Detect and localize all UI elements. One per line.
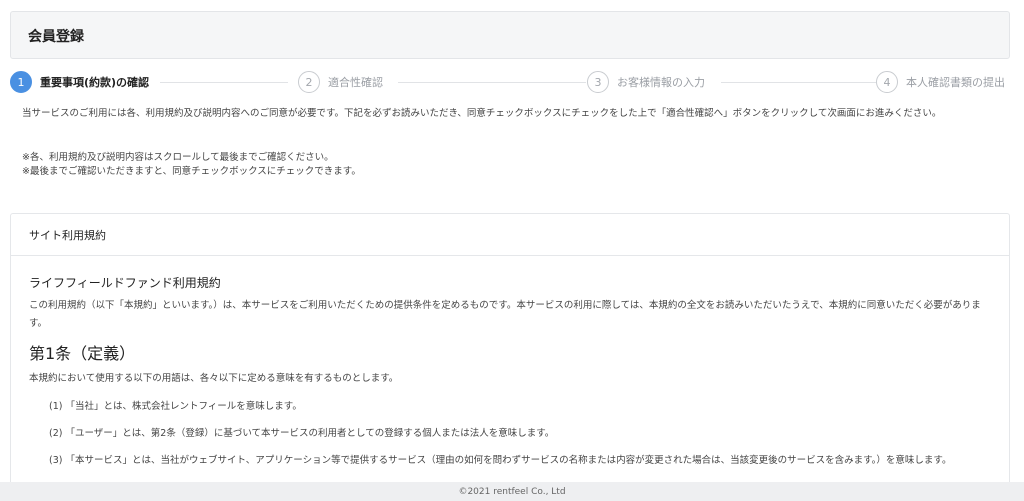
intro-text: 当サービスのご利用には各、利用規約及び説明内容へのご同意が必要です。下記を必ずお… [22,106,997,129]
terms-card: サイト利用規約 ライフフィールドファンド利用規約 この利用規約（以下「本規約」と… [10,213,1010,501]
step-number: 2 [298,71,320,93]
terms-document-title: ライフフィールドファンド利用規約 [29,276,221,290]
step-4: 4 本人確認書類の提出 [876,70,1005,94]
article-1-heading: 第1条（定義） [29,344,136,363]
definition-item: (1) 「当社」とは、株式会社レントフィールを意味します。 [49,401,302,412]
step-label: お客様情報の入力 [617,76,705,89]
definition-item: (2) 「ユーザー」とは、第2条（登録）に基づいて本サービスの利用者としての登録… [49,428,555,439]
article-1-lead: 本規約において使用する以下の用語は、各々以下に定める意味を有するものとします。 [29,373,399,384]
step-3: 3 お客様情報の入力 [587,70,705,94]
copyright-text: ©2021 rentfeel Co., Ltd [458,486,566,497]
terms-card-header: サイト利用規約 [11,214,1009,256]
note-checkbox: ※最後までご確認いただきますと、同意チェックボックスにチェックできます。 [22,166,361,177]
step-label: 重要事項(約款)の確認 [40,76,150,89]
step-number: 4 [876,71,898,93]
step-connector [398,82,586,83]
intro-notes: ※各、利用規約及び説明内容はスクロールして最後までご確認ください。 ※最後までご… [22,151,997,179]
step-label: 適合性確認 [328,76,383,89]
progress-steps: 1 重要事項(約款)の確認 2 適合性確認 3 お客様情報の入力 4 本人確認書… [10,70,1024,94]
page-header: 会員登録 [10,11,1010,59]
step-number: 3 [587,71,609,93]
step-1: 1 重要事項(約款)の確認 [10,70,149,94]
terms-scroll-area[interactable]: ライフフィールドファンド利用規約 この利用規約（以下「本規約」といいます。）は、… [29,274,994,469]
step-label: 本人確認書類の提出 [906,76,1005,89]
note-scroll: ※各、利用規約及び説明内容はスクロールして最後までご確認ください。 [22,152,334,163]
terms-lead-paragraph: この利用規約（以下「本規約」といいます。）は、本サービスをご利用いただくための提… [29,300,981,329]
step-number: 1 [10,71,32,93]
page: 会員登録 1 重要事項(約款)の確認 2 適合性確認 3 お客様情報の入力 4 … [0,0,1024,501]
step-2: 2 適合性確認 [298,70,383,94]
page-title: 会員登録 [28,29,84,45]
terms-card-title: サイト利用規約 [29,228,106,242]
intro-paragraph: 当サービスのご利用には各、利用規約及び説明内容へのご同意が必要です。下記を必ずお… [22,108,942,119]
footer: ©2021 rentfeel Co., Ltd [0,482,1024,501]
definition-item: (3) 「本サービス」とは、当社がウェブサイト、アプリケーション等で提供するサー… [49,455,952,466]
step-connector [160,82,288,83]
step-connector [721,82,876,83]
